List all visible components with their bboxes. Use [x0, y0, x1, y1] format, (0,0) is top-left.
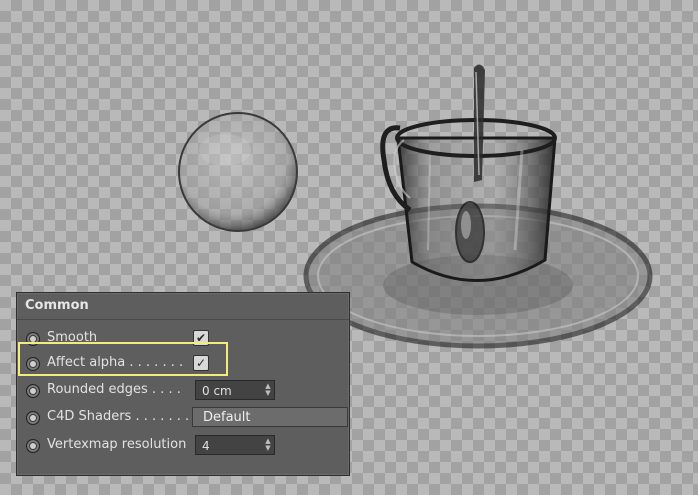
affect-alpha-highlight — [18, 342, 228, 376]
radio-dot-icon[interactable] — [26, 384, 40, 398]
attributes-panel: Common Smooth ✔ Affect alpha . . . . . .… — [16, 292, 350, 476]
glass-sphere — [178, 112, 298, 232]
vertexmap-resolution-row: Vertexmap resolution 4 ▲ ▼ — [17, 434, 349, 458]
c4d-shaders-label: C4D Shaders . . . . . . . . — [47, 409, 198, 424]
radio-dot-icon[interactable] — [26, 411, 40, 425]
vertexmap-resolution-value: 4 — [202, 439, 210, 453]
vertexmap-resolution-input[interactable]: 4 ▲ ▼ — [195, 435, 275, 455]
radio-dot-icon[interactable] — [26, 439, 40, 453]
c4d-shaders-dropdown[interactable]: Default — [192, 407, 348, 427]
rounded-edges-value: 0 cm — [202, 384, 232, 398]
rounded-edges-label: Rounded edges . . . . — [47, 382, 181, 397]
panel-title: Common — [17, 293, 349, 320]
rounded-edges-input[interactable]: 0 cm ▲ ▼ — [195, 380, 275, 400]
stepper-arrows-icon[interactable]: ▲ ▼ — [264, 438, 272, 452]
c4d-shaders-value: Default — [203, 410, 251, 425]
rounded-edges-row: Rounded edges . . . . 0 cm ▲ ▼ — [17, 379, 349, 403]
vertexmap-resolution-label: Vertexmap resolution — [47, 437, 187, 452]
stepper-arrows-icon[interactable]: ▲ ▼ — [264, 383, 272, 397]
c4d-shaders-row: C4D Shaders . . . . . . . . Default — [17, 406, 349, 430]
